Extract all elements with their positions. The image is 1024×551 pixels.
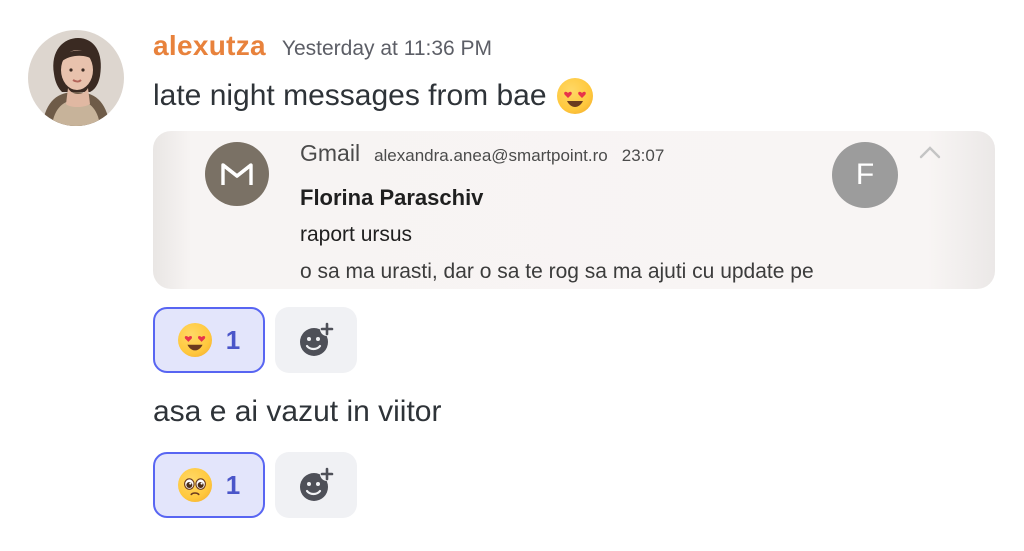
- notification-time: 23:07: [621, 146, 665, 165]
- email-sender: Florina Paraschiv: [300, 185, 484, 210]
- add-reaction-button[interactable]: [275, 452, 357, 518]
- chevron-up-icon[interactable]: [918, 143, 942, 161]
- notification-meta: Gmail alexandra.anea@smartpoint.ro 23:07: [300, 140, 664, 167]
- reaction-count: 1: [225, 324, 241, 355]
- gmail-m-icon: [205, 142, 269, 206]
- sender-avatar: F: [832, 142, 898, 208]
- add-reaction-icon: [300, 467, 334, 501]
- reactions-row-1: 1: [153, 307, 357, 373]
- heart-eyes-emoji-icon: [556, 78, 593, 114]
- message-text: late night messages from bae: [153, 79, 547, 112]
- chat-message: alexutza Yesterday at 11:36 PM late nigh…: [0, 0, 1024, 551]
- reactions-row-2: 1: [153, 452, 357, 518]
- pleading-face-emoji-icon: [177, 468, 212, 502]
- user-avatar[interactable]: [28, 30, 124, 126]
- reaction-heart-eyes[interactable]: 1: [153, 307, 265, 373]
- gmail-notification-embed[interactable]: Gmail alexandra.anea@smartpoint.ro 23:07…: [153, 131, 995, 289]
- app-name: Gmail: [300, 140, 361, 166]
- message-text-1: late night messages from bae: [153, 74, 593, 118]
- username[interactable]: alexutza: [153, 30, 266, 62]
- email-subject: raport ursus: [300, 223, 413, 246]
- account-email: alexandra.anea@smartpoint.ro: [374, 146, 608, 165]
- heart-eyes-emoji-icon: [177, 323, 212, 357]
- reaction-count: 1: [225, 469, 241, 500]
- message-text: asa e ai vazut in viitor: [153, 395, 442, 428]
- timestamp: Yesterday at 11:36 PM: [281, 37, 493, 60]
- message-header: alexutza Yesterday at 11:36 PM: [153, 30, 492, 64]
- reaction-pleading-face[interactable]: 1: [153, 452, 265, 518]
- add-reaction-button[interactable]: [275, 307, 357, 373]
- email-preview: o sa ma urasti, dar o sa te rog sa ma aj…: [300, 260, 814, 283]
- add-reaction-icon: [300, 322, 334, 356]
- message-text-2: asa e ai vazut in viitor: [153, 391, 441, 433]
